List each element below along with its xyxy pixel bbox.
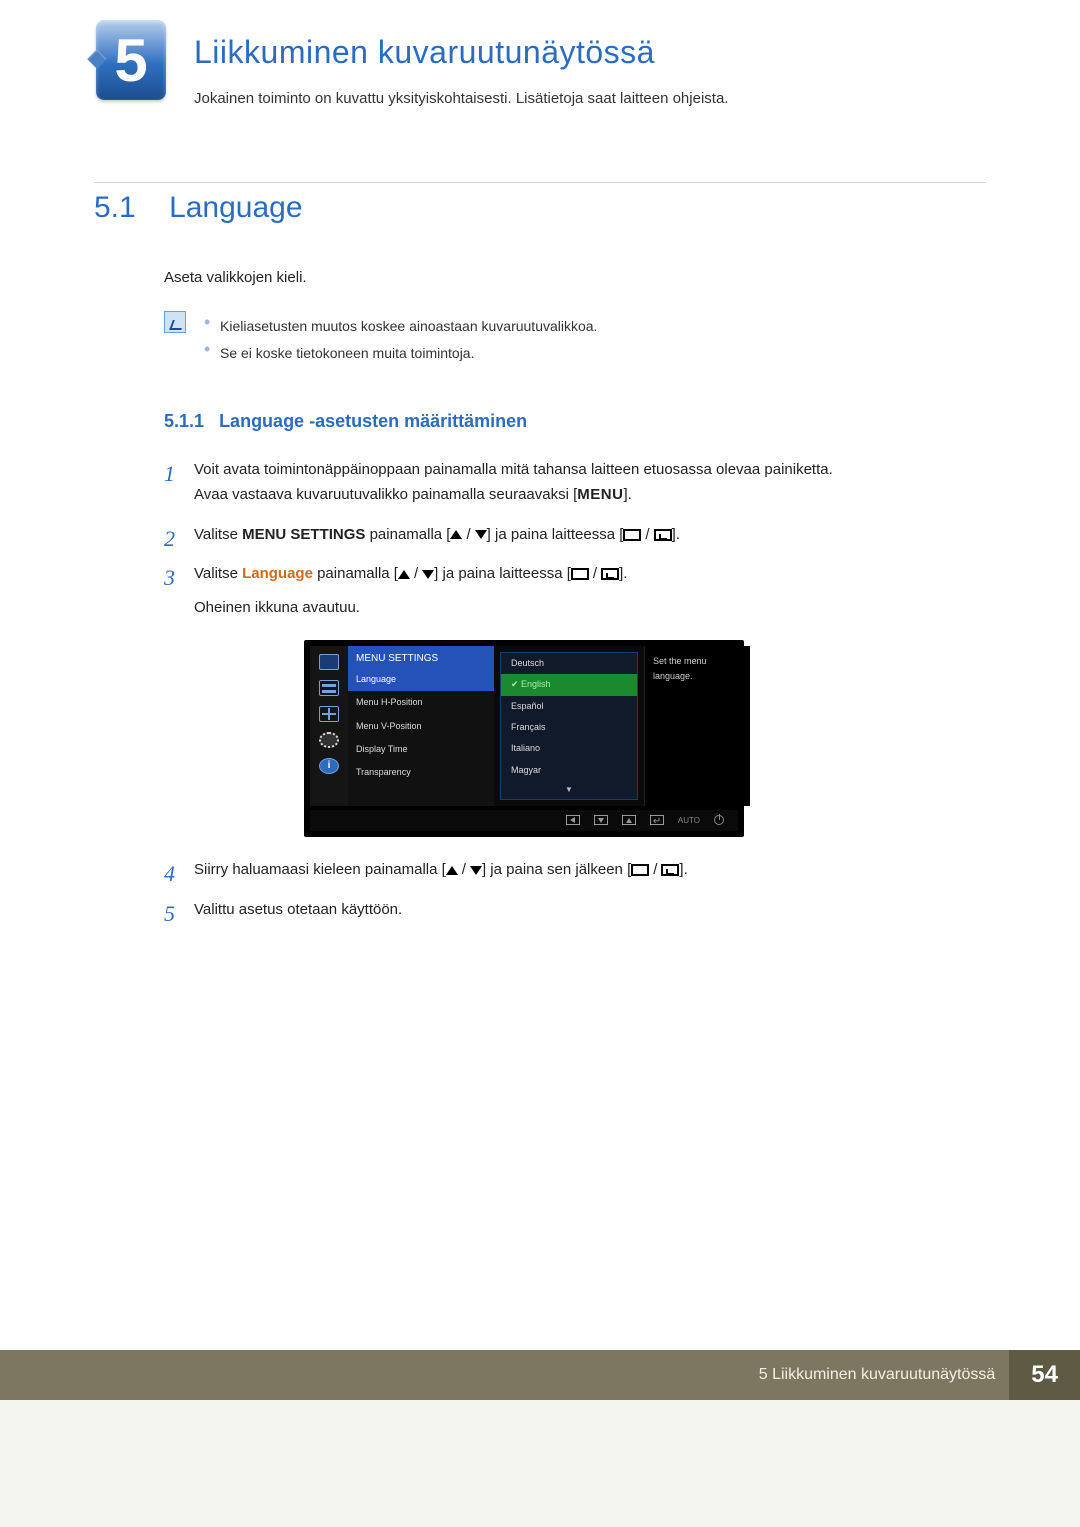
- step-number: 4: [164, 855, 175, 892]
- step-text: ].: [623, 486, 631, 503]
- step-number: 1: [164, 455, 175, 492]
- triangle-up-icon: [398, 570, 410, 579]
- section-body: Aseta valikkojen kieli. Kieliasetusten m…: [164, 265, 986, 922]
- note-block: Kieliasetusten muutos koskee ainoastaan …: [164, 311, 986, 371]
- manual-page: 5 Liikkuminen kuvaruutunäytössä Jokainen…: [0, 0, 1080, 1400]
- enter-icon: [601, 568, 619, 580]
- step-text: ].: [619, 565, 627, 582]
- nav-enter-icon: [650, 815, 664, 825]
- osd-sidebar: i: [310, 646, 348, 805]
- step-text: Avaa vastaava kuvaruutuvalikko painamall…: [194, 486, 577, 503]
- source-icon: [571, 568, 589, 580]
- triangle-up-icon: [446, 866, 458, 875]
- osd-language-option: Deutsch: [501, 653, 637, 674]
- page-footer: 5 Liikkuminen kuvaruutunäytössä 54: [0, 1350, 1080, 1400]
- osd-language-option: Italiano: [501, 738, 637, 759]
- osd-screenshot: i MENU SETTINGS Language Menu H-Position…: [304, 640, 744, 837]
- note-item: Se ei koske tietokoneen muita toimintoja…: [204, 342, 597, 366]
- osd-language-option: Español: [501, 696, 637, 717]
- chapter-title: Liikkuminen kuvaruutunäytössä: [194, 34, 655, 71]
- step-text: ] ja paina laitteessa [: [434, 565, 571, 582]
- chapter-number-badge: 5: [96, 20, 166, 100]
- subsection-heading: 5.1.1 Language -asetusten määrittäminen: [164, 406, 986, 437]
- step-text: painamalla [: [365, 526, 450, 543]
- step-number: 3: [164, 559, 175, 596]
- osd-menu-item: Display Time: [348, 738, 494, 761]
- osd-language-panel: Deutsch English Español Français Italian…: [494, 646, 644, 805]
- position-icon: [319, 706, 339, 722]
- source-icon: [623, 529, 641, 541]
- keyword-menu-settings: MENU SETTINGS: [242, 526, 365, 543]
- section: 5.1 Language Aseta valikkojen kieli. Kie…: [94, 182, 986, 936]
- osd-hint-line: Set the menu: [653, 654, 742, 669]
- enter-icon: [661, 864, 679, 876]
- step-text: ] ja paina sen jälkeen [: [482, 861, 631, 878]
- osd-footer: AUTO: [310, 810, 738, 832]
- step-text: Voit avata toimintonäppäinoppaan painama…: [194, 461, 833, 478]
- nav-left-icon: [566, 815, 580, 825]
- triangle-down-icon: [422, 570, 434, 579]
- section-intro: Aseta valikkojen kieli.: [164, 265, 986, 291]
- osd-menu-item: Language: [348, 668, 494, 691]
- triangle-down-icon: [470, 866, 482, 875]
- section-title-text: Language: [169, 191, 302, 224]
- triangle-down-icon: [475, 530, 487, 539]
- auto-label: AUTO: [678, 814, 700, 828]
- step-text: ].: [679, 861, 687, 878]
- note-list: Kieliasetusten muutos koskee ainoastaan …: [204, 311, 597, 371]
- gear-icon: [319, 732, 339, 748]
- osd-language-option-selected: English: [501, 674, 637, 695]
- osd-header: MENU SETTINGS: [348, 646, 494, 668]
- osd-hint-line: language.: [653, 669, 742, 684]
- source-icon: [631, 864, 649, 876]
- step-text: ] ja paina laitteessa [: [487, 526, 624, 543]
- step-5: 5 Valittu asetus otetaan käyttöön.: [164, 897, 986, 923]
- step-text: Valitse: [194, 565, 242, 582]
- scroll-down-icon: ▼: [501, 781, 637, 799]
- power-icon: [714, 815, 724, 825]
- note-icon: [164, 311, 186, 333]
- list-icon: [319, 680, 339, 696]
- nav-up-icon: [622, 815, 636, 825]
- procedure-steps: 1 Voit avata toimintonäppäinoppaan paina…: [164, 457, 986, 922]
- subsection-number: 5.1.1: [164, 411, 204, 431]
- triangle-up-icon: [450, 530, 462, 539]
- osd-language-option: Magyar: [501, 760, 637, 781]
- note-item: Kieliasetusten muutos koskee ainoastaan …: [204, 315, 597, 339]
- section-number: 5.1: [94, 191, 136, 224]
- picture-icon: [319, 654, 339, 670]
- nav-down-icon: [594, 815, 608, 825]
- section-heading: 5.1 Language: [94, 191, 986, 225]
- osd-menu-item: Menu H-Position: [348, 691, 494, 714]
- step-4: 4 Siirry haluamaasi kieleen painamalla […: [164, 857, 986, 883]
- step-2: 2 Valitse MENU SETTINGS painamalla [/] j…: [164, 522, 986, 548]
- step-text: ].: [672, 526, 680, 543]
- chapter-description: Jokainen toiminto on kuvattu yksityiskoh…: [194, 90, 728, 107]
- step-3: 3 Valitse Language painamalla [/] ja pai…: [164, 561, 986, 837]
- footer-text: 5 Liikkuminen kuvaruutunäytössä: [759, 1366, 996, 1384]
- step-text: Valitse: [194, 526, 242, 543]
- osd-menu-item: Transparency: [348, 761, 494, 784]
- enter-icon: [654, 529, 672, 541]
- osd-language-option: Français: [501, 717, 637, 738]
- step-number: 2: [164, 520, 175, 557]
- step-text: Oheinen ikkuna avautuu.: [194, 595, 986, 621]
- subsection-title: Language -asetusten määrittäminen: [219, 411, 527, 431]
- page-number: 54: [1009, 1350, 1080, 1400]
- info-icon: i: [319, 758, 339, 774]
- osd-hint: Set the menu language.: [644, 646, 750, 805]
- step-text: Siirry haluamaasi kieleen painamalla [: [194, 861, 446, 878]
- step-number: 5: [164, 895, 175, 932]
- osd-menu-list: Language Menu H-Position Menu V-Position…: [348, 668, 494, 805]
- step-text: Valittu asetus otetaan käyttöön.: [194, 901, 402, 918]
- step-text: painamalla [: [313, 565, 398, 582]
- osd-menu-item: Menu V-Position: [348, 715, 494, 738]
- step-1: 1 Voit avata toimintonäppäinoppaan paina…: [164, 457, 986, 508]
- keyword-language: Language: [242, 565, 313, 582]
- menu-button-label: MENU: [577, 486, 623, 503]
